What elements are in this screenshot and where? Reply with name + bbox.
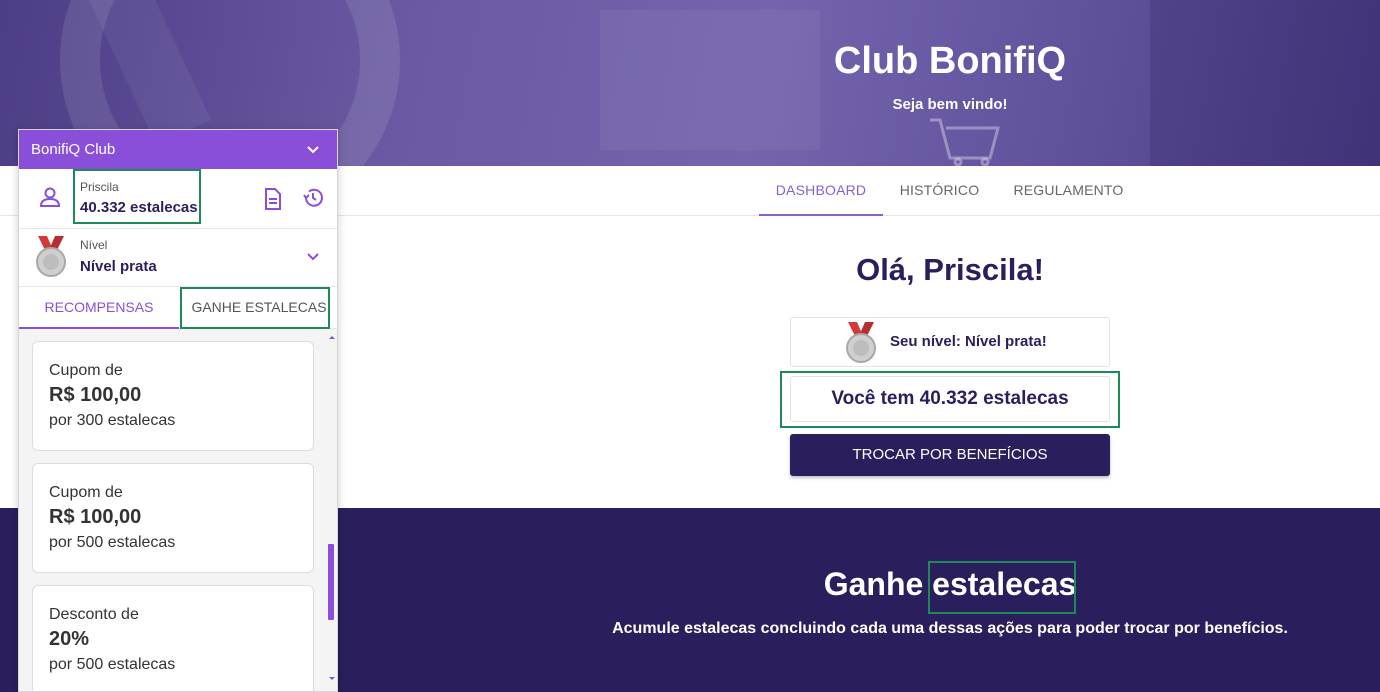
reward-type: Cupom de <box>49 362 123 379</box>
level-text: Seu nível: Nível prata! <box>890 333 1047 350</box>
earn-subtitle: Acumule estalecas concluindo cada uma de… <box>612 620 1288 637</box>
greeting-heading: Olá, Priscila! <box>856 252 1044 287</box>
widget-header[interactable]: BonifiQ Club <box>19 130 337 169</box>
reward-cost: por 300 estalecas <box>49 412 176 429</box>
reward-value: 20% <box>49 628 90 650</box>
reward-cost: por 500 estalecas <box>49 656 176 673</box>
reward-type: Desconto de <box>49 606 139 623</box>
reward-cost: por 500 estalecas <box>49 534 176 551</box>
history-icon[interactable] <box>302 187 324 209</box>
document-icon[interactable] <box>263 188 283 210</box>
hero-title: Club BonifiQ <box>833 40 1067 82</box>
user-icon <box>39 187 61 207</box>
trocar-beneficios-button[interactable]: TROCAR POR BENEFÍCIOS <box>790 434 1110 476</box>
reward-value: R$ 100,00 <box>49 384 142 406</box>
reward-card[interactable]: Cupom de R$ 100,00 por 500 estalecas <box>32 463 314 573</box>
chevron-down-icon[interactable] <box>305 249 321 265</box>
loyalty-widget: BonifiQ Club Priscila 40.332 estalecas N… <box>18 129 338 692</box>
level-value: Nível prata <box>80 258 157 275</box>
highlight-box <box>928 561 1076 614</box>
medal-icon <box>36 236 66 277</box>
scrollbar-thumb[interactable] <box>328 544 334 620</box>
scroll-up-arrow[interactable] <box>327 333 337 341</box>
reward-card[interactable]: Desconto de 20% por 500 estalecas <box>32 585 314 691</box>
widget-title: BonifiQ Club <box>31 141 116 158</box>
tab-historico[interactable]: HISTÓRICO <box>883 166 996 216</box>
chevron-down-icon[interactable] <box>305 142 321 158</box>
hero-subtitle: Seja bem vindo! <box>892 96 1008 113</box>
highlight-box <box>73 169 201 224</box>
reward-card[interactable]: Cupom de R$ 100,00 por 300 estalecas <box>32 341 314 451</box>
tab-regulamento[interactable]: REGULAMENTO <box>996 166 1141 216</box>
reward-value: R$ 100,00 <box>49 506 142 528</box>
tab-recompensas[interactable]: RECOMPENSAS <box>19 287 179 329</box>
medal-icon <box>846 322 876 363</box>
reward-type: Cupom de <box>49 484 123 501</box>
highlight-box <box>180 287 330 329</box>
widget-level-row[interactable]: Nível Nível prata <box>19 229 337 287</box>
level-card: Seu nível: Nível prata! <box>790 317 1110 367</box>
scroll-down-arrow[interactable] <box>327 675 337 683</box>
highlight-box <box>780 371 1120 428</box>
rewards-list: Cupom de R$ 100,00 por 300 estalecas Cup… <box>19 329 337 691</box>
level-label: Nível <box>80 238 108 252</box>
tab-dashboard[interactable]: DASHBOARD <box>759 166 883 216</box>
